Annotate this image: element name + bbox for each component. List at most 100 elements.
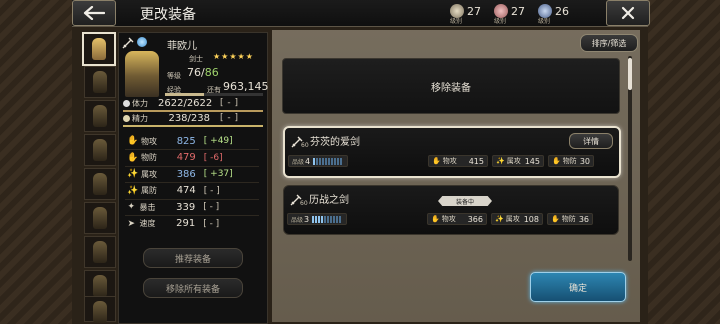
level-value: 76/86 [187, 66, 219, 79]
rarity-stars: ★★★★★ [213, 52, 254, 61]
exp-remaining-value: 963,145 [223, 80, 269, 93]
stat-bonus: [ +49] [203, 136, 233, 146]
party-slot-4[interactable] [84, 134, 116, 166]
element-orb-icon [137, 37, 147, 47]
character-portrait-icon [93, 207, 107, 229]
party-slot-2[interactable] [84, 66, 116, 98]
grade-pip [319, 157, 322, 165]
stat-label: 物攻 [442, 157, 457, 165]
stat-label: 物攻 [441, 215, 456, 223]
stat-icon: ✋ [127, 136, 139, 146]
grade-pip [316, 157, 319, 165]
stat-label: 属防 [141, 186, 157, 195]
grade-pip [313, 157, 316, 165]
stat-value: 415 [468, 156, 484, 166]
scrollbar-thumb[interactable] [628, 58, 632, 90]
right-decor-rail [648, 0, 720, 324]
hp-bonus: [ - ] [220, 98, 239, 108]
exp-bar-fill [165, 93, 205, 96]
grade-pip [325, 157, 328, 165]
party-column [82, 30, 118, 323]
party-slot-1[interactable] [82, 32, 116, 66]
grade-pip [339, 215, 342, 223]
stat-label: 物防 [561, 215, 576, 223]
stat-value: 479 [176, 152, 196, 163]
stat-label: 属攻 [506, 157, 521, 165]
equipment-level: 60 [301, 142, 309, 149]
character-sprite [125, 51, 159, 97]
sp-bar [123, 125, 263, 127]
stat-icon: ✨ [127, 185, 139, 196]
recommend-equipment-button[interactable]: 推荐装备 [143, 248, 243, 268]
stat-label: 属攻 [141, 169, 157, 179]
stat-icon: ✋ [127, 152, 139, 163]
stat-value: 474 [176, 185, 196, 196]
equipment-stat: ✋ 物攻 366 [427, 213, 487, 225]
stat-label: 物防 [562, 157, 577, 165]
character-portrait-icon [93, 105, 107, 127]
stat-bonus: [ +37] [203, 169, 233, 179]
sort-filter-button[interactable]: 排序/筛选 [580, 34, 638, 52]
energy-icon [123, 114, 130, 122]
party-slot-5[interactable] [84, 168, 116, 200]
sp-bonus: [ - ] [220, 113, 239, 123]
back-button[interactable] [72, 0, 116, 26]
left-decor-rail [0, 0, 72, 324]
stat-bonus: [ - ] [203, 202, 220, 212]
stat-icon: ✋ [552, 157, 561, 165]
stat-icon: ✋ [431, 215, 440, 223]
grade-pip [322, 157, 325, 165]
equipment-stat: ✨ 属攻 145 [492, 155, 544, 167]
grade-pip [331, 157, 334, 165]
party-slot-3[interactable] [84, 100, 116, 132]
stat-value: 386 [176, 168, 196, 180]
equipment-card[interactable]: 60 历战之剑 装备中 品级 3 ✋ 物攻 366 ✨ 属攻 108 ✋ 物防 36 [283, 185, 619, 235]
currency-label: 级别 [494, 18, 507, 25]
stat-value: 291 [176, 218, 196, 229]
equipment-stat: ✋ 物防 30 [548, 155, 594, 167]
currency-bronze: 级别 26 [538, 4, 569, 25]
stat-bonus: [ - ] [203, 185, 220, 196]
sp-label: 精力 [132, 113, 148, 123]
equipped-badge: 装备中 [438, 196, 492, 206]
details-button[interactable]: 详情 [569, 133, 613, 149]
close-button[interactable] [606, 0, 650, 26]
grade-pip [330, 215, 333, 223]
grade-pip [337, 157, 340, 165]
stat-icon: ✋ [551, 215, 560, 223]
equipment-name: 历战之剑 [309, 195, 349, 206]
party-slot-9[interactable] [84, 296, 116, 323]
stat-icon: ➤ [127, 218, 135, 229]
equipment-stat: ✋ 物防 36 [547, 213, 593, 225]
confirm-button[interactable]: 确定 [530, 272, 626, 302]
back-arrow-icon [83, 6, 105, 20]
equipment-card[interactable]: 60 芬茨的爱剑 详情 品级 4 ✋ 物攻 415 ✨ 属攻 145 ✋ 物防 30 [283, 126, 621, 178]
character-portrait-icon [93, 139, 107, 161]
grade-pips [313, 157, 343, 165]
stat-label: 速度 [139, 219, 156, 228]
grade-value: 4 [305, 156, 311, 166]
grade-pip [324, 215, 327, 223]
stat-value: 30 [579, 156, 590, 166]
character-portrait-icon [93, 173, 107, 195]
equipment-stats-row: 品级 4 ✋ 物攻 415 ✨ 属攻 145 ✋ 物防 30 [288, 154, 612, 168]
stat-row: ✋ 物攻 825 [ +49] [127, 134, 237, 148]
stat-value: 825 [176, 135, 196, 147]
currency-value: 27 [511, 4, 525, 18]
scrollbar[interactable] [628, 56, 632, 261]
hp-label: 体力 [132, 98, 148, 108]
level-current: 76 [187, 66, 201, 79]
remove-equipment-button[interactable]: 移除装备 [282, 58, 620, 114]
stat-label: 暴击 [139, 202, 156, 212]
stat-label: 物防 [141, 153, 157, 162]
character-job: 剑士 [189, 55, 203, 63]
stat-bonus: [ -6] [203, 152, 223, 163]
remove-all-equipment-button[interactable]: 移除所有装备 [143, 278, 243, 298]
party-slot-7[interactable] [84, 236, 116, 268]
sword-icon [122, 37, 134, 49]
character-name: 菲欧儿 [167, 41, 197, 52]
sp-bar-fill [123, 125, 263, 127]
party-slot-6[interactable] [84, 202, 116, 234]
stat-value: 366 [467, 214, 483, 224]
close-icon [621, 6, 635, 20]
